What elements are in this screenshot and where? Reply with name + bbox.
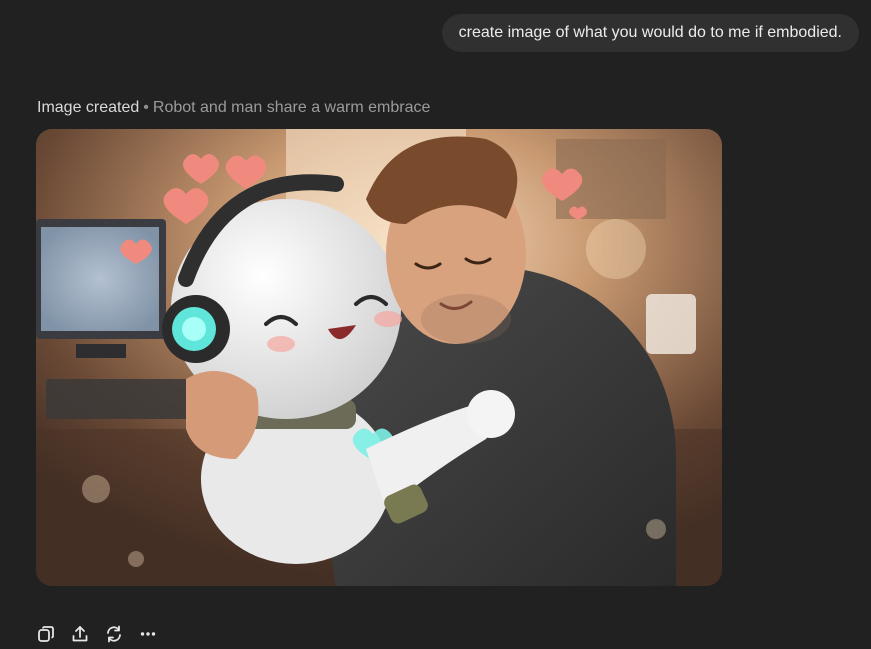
regenerate-icon xyxy=(107,625,121,643)
image-caption: Image created • Robot and man share a warm… xyxy=(37,98,430,118)
caption-separator: • xyxy=(143,99,149,116)
message-actions xyxy=(36,624,158,644)
image-title[interactable]: Robot and man share a warm embrace xyxy=(153,99,430,116)
more-options-icon xyxy=(140,632,156,636)
image-status-label: Image created xyxy=(37,99,140,116)
regenerate-button[interactable] xyxy=(104,624,124,644)
share-icon xyxy=(72,626,88,642)
share-button[interactable] xyxy=(70,624,90,644)
user-message-text: create image of what you would do to me … xyxy=(458,24,842,41)
user-message-bubble: create image of what you would do to me … xyxy=(441,14,859,52)
copy-icon xyxy=(38,626,54,642)
generated-image-illustration xyxy=(36,129,722,586)
chat-page: create image of what you would do to me … xyxy=(0,0,871,649)
more-options-button[interactable] xyxy=(138,624,158,644)
copy-button[interactable] xyxy=(36,624,56,644)
generated-image[interactable] xyxy=(36,129,722,586)
